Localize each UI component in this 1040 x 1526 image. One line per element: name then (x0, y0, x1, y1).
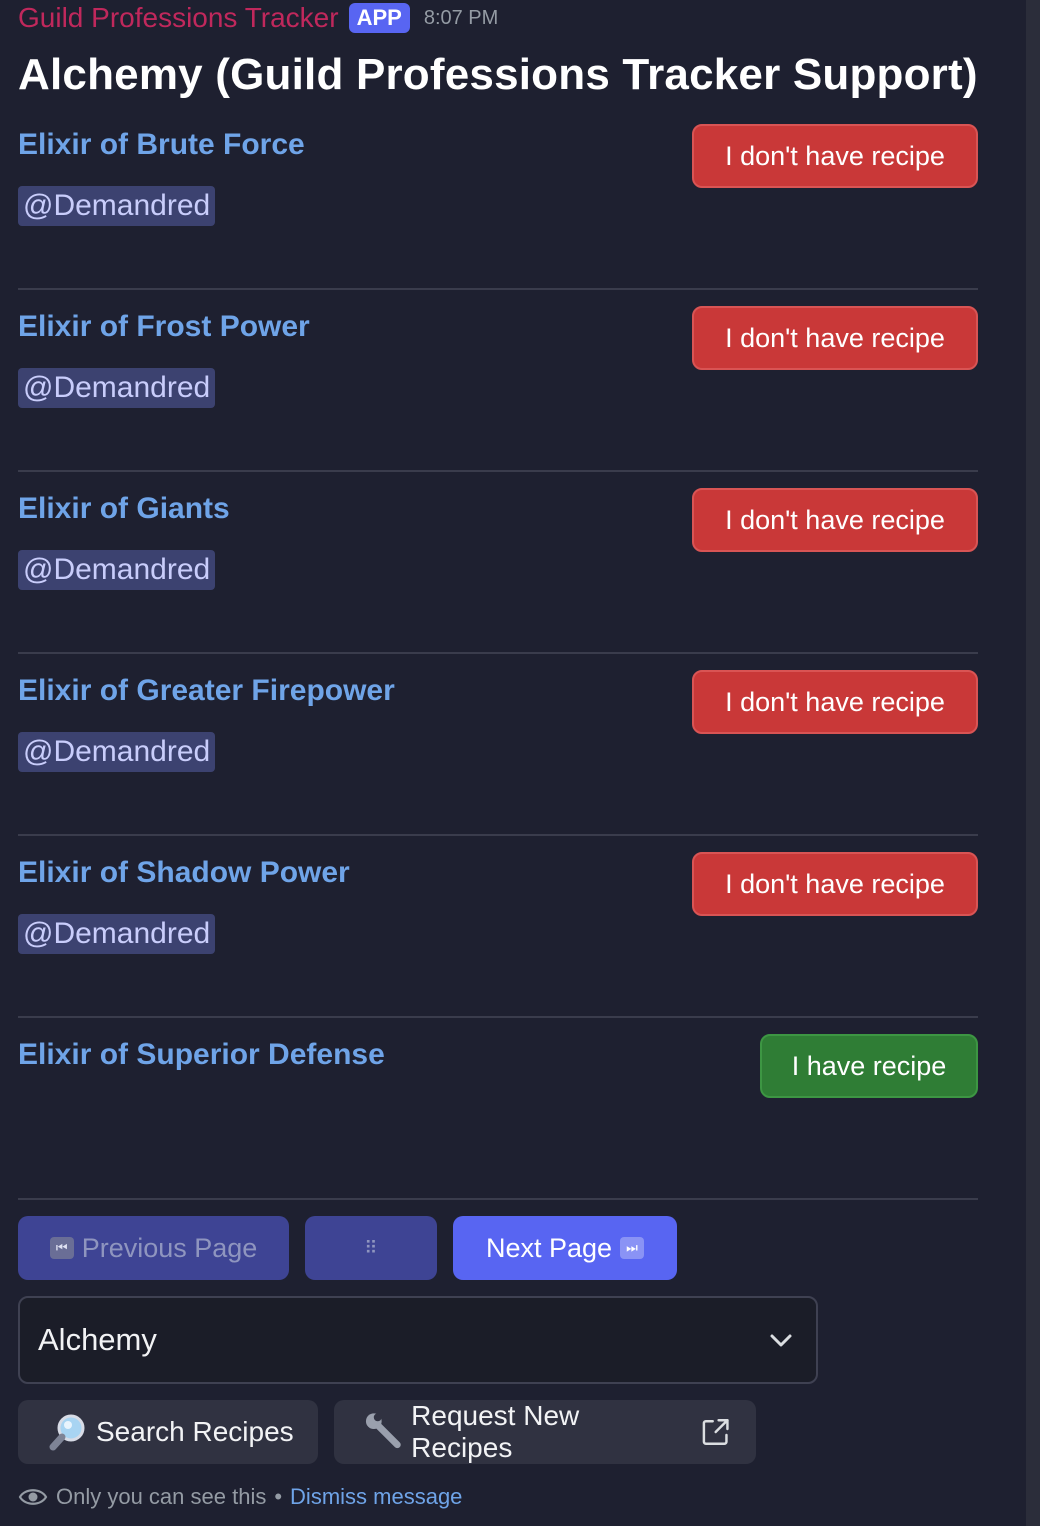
ephemeral-notice: Only you can see this • Dismiss message (18, 1481, 462, 1513)
scrollbar-track[interactable] (1026, 0, 1040, 1526)
have-recipe-button[interactable]: I have recipe (760, 1034, 978, 1098)
recipe-name[interactable]: Elixir of Greater Firepower (18, 674, 395, 708)
search-recipes-label: Search Recipes (96, 1416, 294, 1447)
recipe-name[interactable]: Elixir of Brute Force (18, 128, 305, 162)
dont-have-recipe-button[interactable]: I don't have recipe (692, 670, 978, 734)
skip-forward-icon: ⏭ (620, 1237, 645, 1259)
embed-title: Alchemy (Guild Professions Tracker Suppo… (18, 50, 978, 99)
dont-have-recipe-button[interactable]: I don't have recipe (692, 124, 978, 188)
divider (18, 1198, 978, 1200)
profession-select[interactable]: Alchemy (18, 1296, 818, 1384)
app-badge: APP (348, 3, 410, 33)
request-new-recipes-button[interactable]: Request New Recipes (334, 1400, 756, 1464)
user-mention[interactable]: @Demandred (18, 732, 216, 772)
message-header: Guild Professions Tracker APP 8:07 PM (18, 0, 498, 36)
timestamp: 8:07 PM (423, 6, 499, 29)
divider (18, 288, 978, 290)
previous-page-label: Previous Page (81, 1232, 258, 1263)
recipe-row: Elixir of Giants @Demandred I don't have… (18, 488, 978, 670)
ephemeral-notice-text: Only you can see this (56, 1484, 267, 1509)
dont-have-recipe-button[interactable]: I don't have recipe (692, 852, 978, 916)
divider (18, 652, 978, 654)
recipe-row: Elixir of Brute Force @Demandred I don't… (18, 124, 978, 306)
divider (18, 834, 978, 836)
recipe-row: Elixir of Greater Firepower @Demandred I… (18, 670, 978, 852)
recipe-row: Elixir of Frost Power @Demandred I don't… (18, 306, 978, 488)
next-page-button[interactable]: Next Page ⏭ (453, 1216, 677, 1280)
divider (18, 1016, 978, 1018)
recipe-row: Elixir of Superior Defense I have recipe (18, 1034, 978, 1216)
profession-select-value: Alchemy (38, 1322, 157, 1357)
recipe-name[interactable]: Elixir of Frost Power (18, 310, 310, 344)
request-new-recipes-label: Request New Recipes (411, 1400, 580, 1463)
divider (18, 470, 978, 472)
external-link-icon (702, 1419, 729, 1445)
search-recipes-button[interactable]: Search Recipes (18, 1400, 318, 1464)
dont-have-recipe-button[interactable]: I don't have recipe (692, 306, 978, 370)
next-page-label: Next Page (485, 1232, 613, 1263)
recipe-name[interactable]: Elixir of Superior Defense (18, 1038, 385, 1072)
grip-dots-icon: ⠿ (364, 1237, 378, 1258)
page-indicator-button[interactable]: ⠿ (305, 1216, 437, 1280)
user-mention[interactable]: @Demandred (18, 368, 216, 408)
dont-have-recipe-button[interactable]: I don't have recipe (692, 488, 978, 552)
skip-back-icon: ⏮ (49, 1237, 74, 1259)
action-bar: Search Recipes Request New Recipes (18, 1400, 756, 1464)
previous-page-button[interactable]: ⏮ Previous Page (18, 1216, 289, 1280)
recipe-name[interactable]: Elixir of Shadow Power (18, 856, 350, 890)
eye-icon (18, 1489, 48, 1505)
pagination-bar: ⏮ Previous Page ⠿ Next Page ⏭ (18, 1216, 677, 1280)
user-mention[interactable]: @Demandred (18, 914, 216, 954)
recipe-name[interactable]: Elixir of Giants (18, 492, 230, 526)
dismiss-message-link[interactable]: Dismiss message (290, 1484, 462, 1510)
separator-dot: • (274, 1484, 283, 1509)
user-mention[interactable]: @Demandred (18, 550, 216, 590)
chevron-down-icon (770, 1334, 792, 1347)
user-mention[interactable]: @Demandred (18, 186, 216, 226)
recipe-row: Elixir of Shadow Power @Demandred I don'… (18, 852, 978, 1034)
app-name[interactable]: Guild Professions Tracker (18, 2, 339, 34)
wrench-icon (365, 1413, 401, 1449)
magnifier-icon (49, 1414, 85, 1451)
